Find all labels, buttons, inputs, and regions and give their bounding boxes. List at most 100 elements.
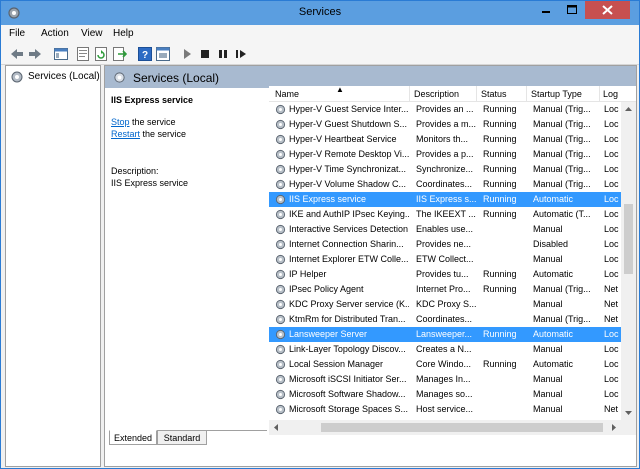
service-row[interactable]: Hyper-V Time Synchronizat... Synchronize.… [269,162,621,177]
service-row[interactable]: Local Session Manager Core Windo... Runnin… [269,357,621,372]
console-tree-icon[interactable] [53,46,69,62]
service-row[interactable]: Hyper-V Remote Desktop Vi... Provides a p… [269,147,621,162]
service-gear-icon [275,404,286,415]
column-header-log-on-as[interactable]: Log [603,89,618,99]
horizontal-scroll-thumb[interactable] [321,423,603,432]
forward-arrow-icon[interactable] [27,46,43,62]
service-row[interactable]: KtmRm for Distributed Tran... Coordinates… [269,312,621,327]
service-startup-type: Manual (Trig... [533,119,591,129]
pane-header: Services (Local) [105,66,636,88]
selected-service-name: IIS Express service [111,95,194,105]
start-service-icon[interactable] [179,46,195,62]
svg-text:?: ? [142,50,148,61]
description-label: Description: [111,166,159,176]
service-name: KtmRm for Distributed Tran... [289,314,406,324]
service-row[interactable]: Hyper-V Guest Service Inter... Provides a… [269,102,621,117]
restart-service-icon[interactable] [233,46,249,62]
service-startup-type: Manual (Trig... [533,179,591,189]
title-bar[interactable]: Services [1,1,639,25]
column-header-name[interactable]: Name [275,89,299,99]
view-tabs: Extended Standard [105,430,267,446]
service-name: Lansweeper Server [289,329,368,339]
column-header-startup-type[interactable]: Startup Type [531,89,582,99]
tab-extended[interactable]: Extended [109,430,157,445]
service-row[interactable]: Interactive Services Detection Enables us… [269,222,621,237]
service-gear-icon [275,239,286,250]
close-button[interactable] [585,1,630,19]
minimize-button[interactable] [533,1,559,19]
service-row[interactable]: Microsoft iSCSI Initiator Ser... Manages … [269,372,621,387]
service-row[interactable]: KDC Proxy Server service (K... KDC Proxy … [269,297,621,312]
services-gear-icon [113,71,126,84]
service-gear-icon [275,314,286,325]
service-row[interactable]: Hyper-V Guest Shutdown S... Provides a m.… [269,117,621,132]
export-list-icon[interactable] [111,46,127,62]
service-row[interactable]: IP Helper Provides tu... Running Automatic L… [269,267,621,282]
properties-sheet-icon[interactable] [75,46,91,62]
column-header-status[interactable]: Status [481,89,507,99]
column-divider[interactable] [409,86,410,102]
column-divider[interactable] [599,86,600,102]
service-row[interactable]: Microsoft Software Shadow... Manages so..… [269,387,621,402]
service-description: Manages so... [416,389,473,399]
back-arrow-icon[interactable] [9,46,25,62]
service-row[interactable]: IIS Express service IIS Express s... Runni… [269,192,621,207]
service-row[interactable]: Internet Explorer ETW Colle... ETW Collec… [269,252,621,267]
restart-service-link[interactable]: Restart [111,129,140,139]
scroll-right-arrow-icon[interactable] [606,420,621,435]
service-log-on-as: Loc [604,224,619,234]
help-icon[interactable]: ? [137,46,153,62]
service-gear-icon [275,119,286,130]
service-status: Running [483,284,517,294]
resize-grip[interactable] [621,420,636,435]
service-description: Core Windo... [416,359,472,369]
stop-service-link[interactable]: Stop [111,117,130,127]
service-name: IPsec Policy Agent [289,284,364,294]
horizontal-scrollbar[interactable] [269,420,621,435]
menu-bar: File Action View Help [1,25,639,43]
column-divider[interactable] [526,86,527,102]
service-row[interactable]: Internet Connection Sharin... Provides ne… [269,237,621,252]
maximize-button[interactable] [559,1,585,19]
scroll-down-arrow-icon[interactable] [621,405,636,420]
service-status: Running [483,209,517,219]
description-text: IIS Express service [111,178,189,188]
scroll-up-arrow-icon[interactable] [621,102,636,117]
vertical-scrollbar[interactable] [621,102,636,420]
service-description: Provides an ... [416,104,474,114]
column-divider[interactable] [476,86,477,102]
service-startup-type: Manual (Trig... [533,149,591,159]
service-row[interactable]: Microsoft Storage Spaces S... Host servic… [269,402,621,417]
service-row[interactable]: Link-Layer Topology Discov... Creates a N… [269,342,621,357]
pause-service-icon[interactable] [215,46,231,62]
service-gear-icon [275,269,286,280]
service-row[interactable]: Hyper-V Heartbeat Service Monitors th... R… [269,132,621,147]
menu-file[interactable]: File [9,28,25,39]
service-description: The IKEEXT ... [416,209,476,219]
service-startup-type: Automatic [533,329,574,339]
service-row[interactable]: Lansweeper Server Lansweeper... Running Aut… [269,327,621,342]
column-header-description[interactable]: Description [414,89,459,99]
stop-service-icon[interactable] [197,46,213,62]
tree-item-services-local[interactable]: Services (Local) [28,71,100,82]
service-gear-icon [275,134,286,145]
vertical-scroll-thumb[interactable] [624,204,633,274]
services-pane: Services (Local) IIS Express service Sto… [104,65,637,467]
refresh-icon[interactable] [93,46,109,62]
tab-standard[interactable]: Standard [157,430,207,445]
service-description: Provides ne... [416,239,472,249]
menu-action[interactable]: Action [41,28,69,39]
service-status: Running [483,194,517,204]
service-name: IKE and AuthIP IPsec Keying... [289,209,409,219]
service-row[interactable]: IKE and AuthIP IPsec Keying... The IKEEXT… [269,207,621,222]
scroll-left-arrow-icon[interactable] [269,420,284,435]
service-name: Hyper-V Guest Shutdown S... [289,119,408,129]
column-header-row: Name ▲ Description Status Startup Type L… [269,86,636,102]
menu-help[interactable]: Help [113,28,134,39]
service-startup-type: Automatic [533,269,574,279]
service-row[interactable]: Hyper-V Volume Shadow C... Coordinates...… [269,177,621,192]
service-log-on-as: Loc [604,269,619,279]
service-row[interactable]: IPsec Policy Agent Internet Pro... Running… [269,282,621,297]
menu-view[interactable]: View [81,28,103,39]
properties-icon[interactable] [155,46,171,62]
